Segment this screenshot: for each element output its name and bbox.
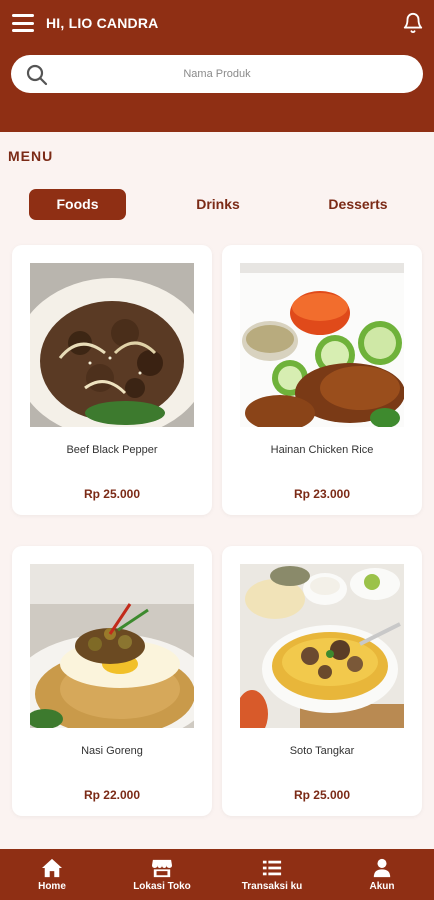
- search-input[interactable]: [11, 55, 423, 93]
- search-icon: [26, 64, 48, 86]
- product-name: Soto Tangkar: [289, 745, 355, 757]
- product-card[interactable]: Nasi Goreng Rp 22.000: [12, 546, 212, 816]
- nav-transactions[interactable]: Transaksi ku: [222, 849, 322, 900]
- nav-label: Akun: [369, 881, 395, 892]
- nav-label: Home: [38, 881, 66, 892]
- product-price: Rp 25.000: [293, 788, 351, 802]
- section-title: MENU: [8, 148, 54, 164]
- product-card[interactable]: Beef Black Pepper Rp 25.000: [12, 245, 212, 515]
- product-image: [240, 263, 404, 427]
- hamburger-menu-icon[interactable]: [12, 13, 34, 33]
- list-icon: [262, 860, 282, 876]
- search-bar: [11, 55, 423, 93]
- product-image: [30, 564, 194, 728]
- product-price: Rp 22.000: [83, 788, 141, 802]
- category-tabs: Foods Drinks Desserts: [0, 189, 434, 221]
- product-card[interactable]: Hainan Chicken Rice Rp 23.000: [222, 245, 422, 515]
- product-name: Nasi Goreng: [81, 745, 143, 757]
- product-image: [240, 564, 404, 728]
- product-name: Hainan Chicken Rice: [270, 444, 374, 456]
- store-icon: [152, 859, 172, 878]
- tab-foods[interactable]: Foods: [29, 189, 126, 220]
- app-header: HI, LIO CANDRA: [0, 0, 434, 132]
- nav-home[interactable]: Home: [2, 849, 102, 900]
- tab-desserts[interactable]: Desserts: [308, 189, 408, 220]
- bell-icon[interactable]: [402, 12, 424, 34]
- nav-store-location[interactable]: Lokasi Toko: [112, 849, 212, 900]
- user-icon: [373, 858, 391, 878]
- product-name: Beef Black Pepper: [66, 444, 158, 456]
- bottom-navigation: Home Lokasi Toko Transaksi ku Akun: [0, 849, 434, 900]
- home-icon: [42, 858, 62, 878]
- product-card[interactable]: Soto Tangkar Rp 25.000: [222, 546, 422, 816]
- nav-account[interactable]: Akun: [332, 849, 432, 900]
- user-greeting: HI, LIO CANDRA: [46, 15, 159, 31]
- nav-label: Lokasi Toko: [133, 881, 191, 892]
- product-price: Rp 25.000: [83, 487, 141, 501]
- product-price: Rp 23.000: [293, 487, 351, 501]
- nav-label: Transaksi ku: [241, 881, 303, 892]
- product-image: [30, 263, 194, 427]
- tab-drinks[interactable]: Drinks: [168, 189, 268, 220]
